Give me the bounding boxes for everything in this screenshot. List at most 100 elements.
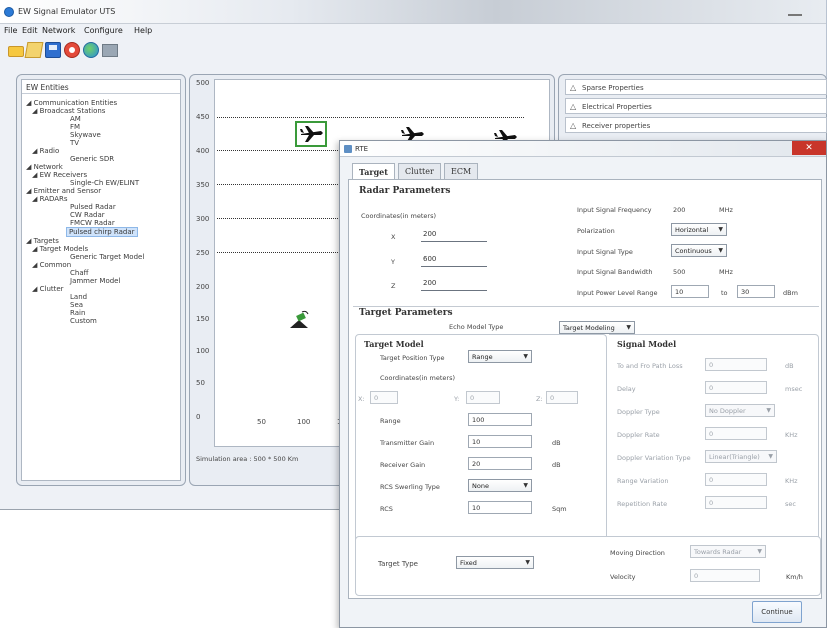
target-type-select[interactable]: Fixed ▼ (456, 556, 534, 569)
doppler-variation-select[interactable]: Linear(Triangle) ▼ (705, 450, 777, 463)
signal-model-group: Signal Model To and Fro Path Loss 0 dB D… (609, 334, 819, 566)
simulation-area-label: Simulation area : 500 * 500 Km (196, 455, 299, 463)
tree-item[interactable]: FMCW Radar (70, 219, 115, 227)
tree-item[interactable]: Land (70, 293, 87, 301)
tree-item[interactable]: Jammer Model (70, 277, 120, 285)
power-max-input[interactable]: 30 (737, 285, 775, 298)
menu-network[interactable]: Network (42, 26, 75, 35)
tree-item[interactable]: ◢ Network (26, 163, 63, 171)
target-z-input[interactable]: 0 (546, 391, 578, 404)
tree-item[interactable]: Generic SDR (70, 155, 114, 163)
tree-item[interactable]: ◢ Broadcast Stations (32, 107, 105, 115)
continue-button[interactable]: Continue (752, 601, 802, 623)
tree-item[interactable]: AM (70, 115, 81, 123)
radar-y-input[interactable]: 600 (421, 253, 487, 267)
tree-item[interactable]: Custom (70, 317, 97, 325)
signal-type-label: Input Signal Type (577, 248, 633, 256)
tab-clutter[interactable]: Clutter (398, 163, 441, 179)
select-value: Fixed (460, 559, 477, 567)
dialog-title: RTE (355, 145, 369, 153)
moving-direction-select[interactable]: Towards Radar ▼ (690, 545, 766, 558)
select-value: No Doppler (709, 407, 746, 415)
tree-item[interactable]: ◢ Communication Entities (26, 99, 117, 107)
range-variation-input[interactable]: 0 (705, 473, 767, 486)
rx-gain-label: Receiver Gain (380, 461, 426, 469)
position-type-select[interactable]: Range ▼ (468, 350, 532, 363)
y-tick: 450 (196, 113, 210, 121)
repetition-rate-input[interactable]: 0 (705, 496, 767, 509)
tree-item[interactable]: FM (70, 123, 80, 131)
tree-item[interactable]: Rain (70, 309, 85, 317)
range-label: Range (380, 417, 401, 425)
sparse-properties-header[interactable]: △ Sparse Properties (565, 79, 827, 95)
menu-edit[interactable]: Edit (22, 26, 38, 35)
rcs-input[interactable]: 10 (468, 501, 532, 514)
dialog-icon (344, 145, 352, 153)
tree-item[interactable]: Chaff (70, 269, 88, 277)
tree-item[interactable]: ◢ Common (32, 261, 71, 269)
x-tick: 100 (297, 418, 311, 426)
tree-item[interactable]: TV (70, 139, 79, 147)
network-globe-icon[interactable] (83, 42, 99, 58)
velocity-input[interactable]: 0 (690, 569, 760, 582)
target-x-input[interactable]: 0 (370, 391, 398, 404)
range-input[interactable]: 100 (468, 413, 532, 426)
tree-item[interactable]: ◢ Emitter and Sensor (26, 187, 101, 195)
delay-input[interactable]: 0 (705, 381, 767, 394)
echo-model-type-select[interactable]: Target Modeling ▼ (559, 321, 635, 334)
path-loss-input[interactable]: 0 (705, 358, 767, 371)
repetition-rate-label: Repetition Rate (617, 500, 668, 508)
menu-file[interactable]: File (4, 26, 17, 35)
new-file-icon[interactable] (24, 42, 44, 58)
chevron-down-icon: ▼ (523, 353, 528, 360)
tree-item[interactable]: Single-Ch EW/ELINT (70, 179, 139, 187)
minimize-icon[interactable] (788, 6, 802, 16)
close-button[interactable]: ✕ (792, 141, 826, 155)
tab-target[interactable]: Target (352, 163, 395, 180)
tx-gain-input[interactable]: 10 (468, 435, 532, 448)
tree-item[interactable]: ◢ RADARs (32, 195, 68, 203)
moving-direction-label: Moving Direction (610, 549, 665, 557)
selected-aircraft[interactable] (295, 121, 327, 147)
doppler-rate-input[interactable]: 0 (705, 427, 767, 440)
tree-item[interactable]: Skywave (70, 131, 101, 139)
open-folder-icon[interactable] (8, 46, 24, 57)
target-y-input[interactable]: 0 (466, 391, 500, 404)
radar-z-input[interactable]: 200 (421, 277, 487, 291)
menu-help[interactable]: Help (134, 26, 152, 35)
menu-configure[interactable]: Configure (84, 26, 123, 35)
tree-item[interactable]: ◢ Clutter (32, 285, 64, 293)
screen-icon[interactable] (102, 44, 118, 57)
tree-item[interactable]: Pulsed Radar (70, 203, 116, 211)
rcs-model-select[interactable]: None ▼ (468, 479, 532, 492)
tree-item[interactable]: ◢ EW Receivers (32, 171, 87, 179)
tree-item-selected[interactable]: Pulsed chirp Radar (66, 227, 138, 237)
tree-item[interactable]: CW Radar (70, 211, 105, 219)
tree-item[interactable]: Generic Target Model (70, 253, 144, 261)
stop-icon[interactable] (64, 42, 80, 58)
bandwidth-value[interactable]: 500 (673, 268, 685, 276)
tree-item[interactable]: Sea (70, 301, 83, 309)
signal-type-select[interactable]: Continuous ▼ (671, 244, 727, 257)
polarization-select[interactable]: Horizontal ▼ (671, 223, 727, 236)
doppler-type-select[interactable]: No Doppler ▼ (705, 404, 775, 417)
y-tick: 200 (196, 283, 210, 291)
radar-station-icon[interactable] (287, 308, 311, 330)
entity-tree[interactable]: EW Entities ◢ Communication Entities ◢ B… (21, 79, 181, 481)
electrical-properties-header[interactable]: △ Electrical Properties (565, 98, 827, 114)
y-tick: 250 (196, 249, 210, 257)
radar-x-input[interactable]: 200 (421, 228, 487, 242)
save-icon[interactable] (45, 42, 61, 58)
select-value: Continuous (675, 247, 712, 255)
tab-ecm[interactable]: ECM (444, 163, 479, 179)
tree-item[interactable]: ◢ Targets (26, 237, 59, 245)
tree-item[interactable]: ◢ Radio (32, 147, 59, 155)
aircraft-icon (300, 126, 323, 142)
power-unit: dBm (783, 289, 798, 297)
select-value: Towards Radar (694, 548, 742, 556)
tree-item[interactable]: ◢ Target Models (32, 245, 88, 253)
rx-gain-input[interactable]: 20 (468, 457, 532, 470)
frequency-value[interactable]: 200 (673, 206, 685, 214)
receiver-properties-header[interactable]: △ Receiver properties (565, 117, 827, 133)
power-min-input[interactable]: 10 (671, 285, 709, 298)
